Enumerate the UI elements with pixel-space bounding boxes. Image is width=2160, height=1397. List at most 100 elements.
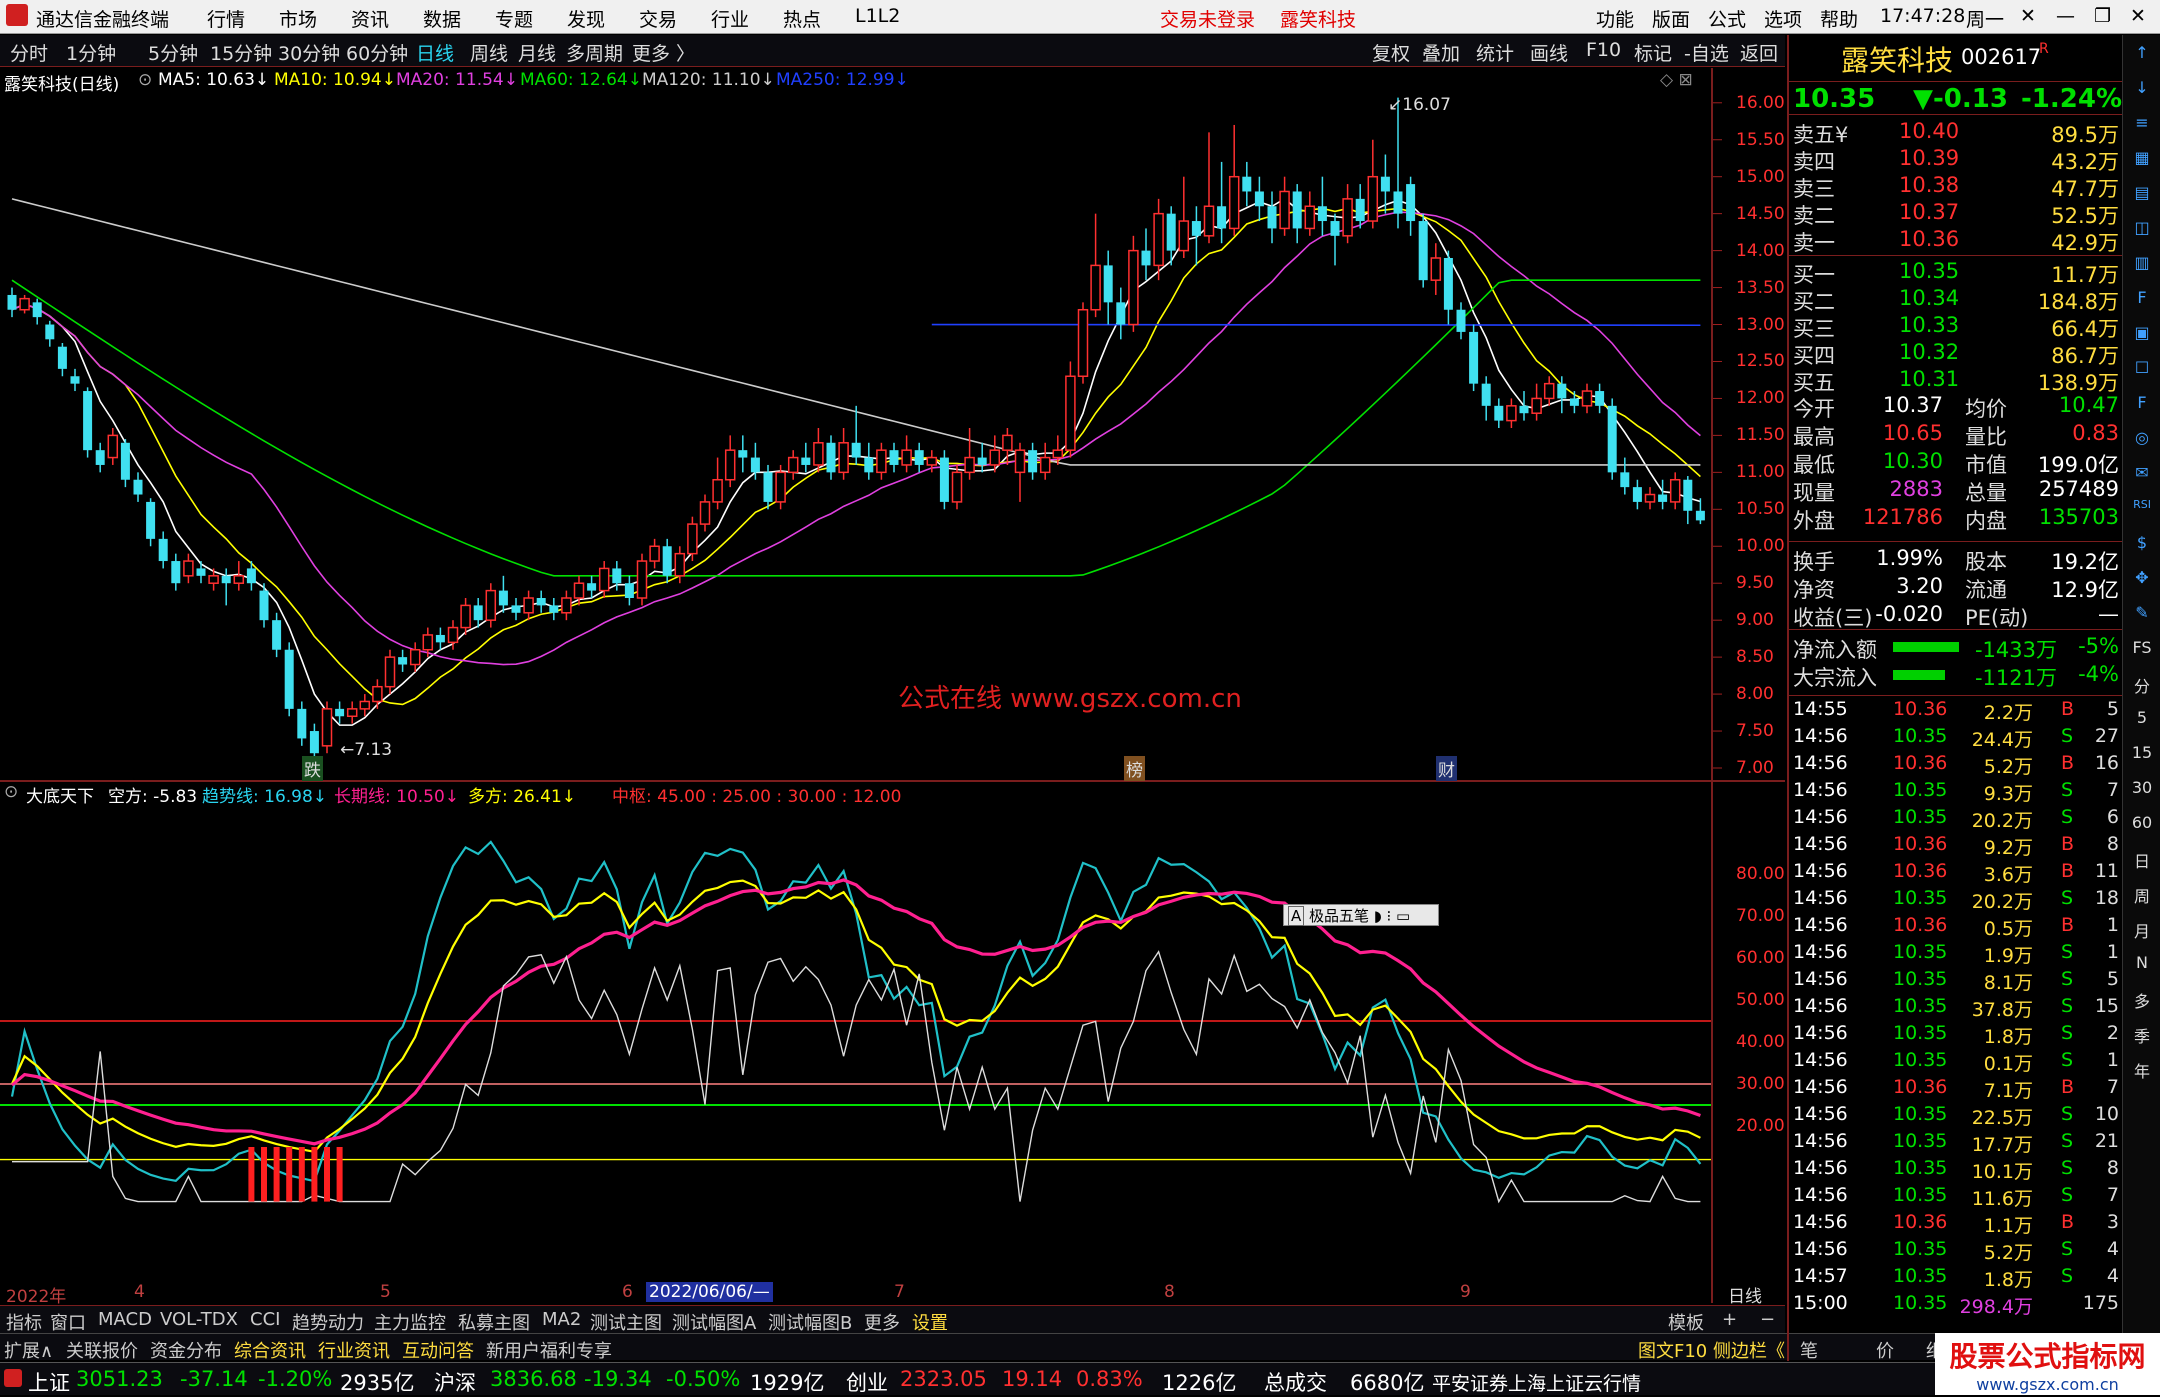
btn-tongji[interactable]: 统计 (1476, 39, 1514, 66)
tab-macd[interactable]: MACD (98, 1309, 152, 1330)
minimize-icon[interactable]: — (2056, 5, 2075, 27)
tab-f10-sidebar[interactable]: 图文F10 侧边栏《 (1638, 1337, 1785, 1363)
menu-shichang[interactable]: 市场 (279, 5, 317, 32)
tab-template[interactable]: 模板 (1668, 1309, 1704, 1335)
sidebar-tool-icon[interactable]: ↓ (2127, 78, 2157, 97)
tab-newuser[interactable]: 新用户福利专享 (486, 1337, 612, 1363)
tick-row[interactable]: 14:56 10.35 1.9万 S 1 (1789, 941, 2123, 968)
btn-biaoji[interactable]: 标记 (1634, 39, 1672, 66)
tick-row[interactable]: 14:56 10.35 9.3万 S 7 (1789, 779, 2123, 806)
sidebar-tool-icon[interactable]: 15 (2127, 743, 2157, 762)
sidebar-tool-icon[interactable]: $ (2127, 533, 2157, 552)
menu-zixun[interactable]: 资讯 (351, 5, 389, 32)
tab-settings[interactable]: 设置 (912, 1309, 948, 1335)
menu-hangqing[interactable]: 行情 (207, 5, 245, 32)
ime-toolbar[interactable]: A 极品五笔 ◗ ⁝ ▭ (1283, 904, 1439, 926)
menu-jiaoyi[interactable]: 交易 (639, 5, 677, 32)
sidebar-tool-icon[interactable]: FS (2127, 638, 2157, 657)
tick-row[interactable]: 14:56 10.35 0.1万 S 1 (1789, 1049, 2123, 1076)
sidebar-tool-icon[interactable]: F (2127, 393, 2157, 412)
sidebar-tool-icon[interactable]: ☐ (2127, 358, 2157, 377)
tab-plus[interactable]: + (1722, 1309, 1737, 1330)
tick-row[interactable]: 14:56 10.36 3.6万 B 11 (1789, 860, 2123, 887)
sidebar-tool-icon[interactable]: ▦ (2127, 148, 2157, 167)
tick-row[interactable]: 14:56 10.35 1.8万 S 2 (1789, 1022, 2123, 1049)
tab-ceshi-a[interactable]: 测试幅图A (672, 1309, 756, 1335)
tab-zonghe[interactable]: 综合资讯 (234, 1337, 306, 1363)
period-multi[interactable]: 多周期 (566, 39, 623, 66)
menu-gongshi[interactable]: 公式 (1708, 5, 1746, 32)
tab-zhuli[interactable]: 主力监控 (374, 1309, 446, 1335)
tick-row[interactable]: 14:56 10.35 8.1万 S 5 (1789, 968, 2123, 995)
tab-minus[interactable]: − (1760, 1309, 1775, 1330)
chart-diamond-icon[interactable]: ◇ ⊠ (1660, 70, 1693, 90)
tab-qushi[interactable]: 趋势动力 (292, 1309, 364, 1335)
ask-row[interactable]: 卖一 10.36 42.9万 (1789, 227, 2123, 255)
period-1min[interactable]: 1分钟 (66, 39, 116, 66)
tick-row[interactable]: 14:56 10.35 20.2万 S 6 (1789, 806, 2123, 833)
chart-settings-icon[interactable]: ⊙ (138, 70, 152, 90)
menu-banmian[interactable]: 版面 (1652, 5, 1690, 32)
ask-row[interactable]: 卖三 10.38 47.7万 (1789, 173, 2123, 201)
sidebar-tool-icon[interactable]: 季 (2127, 1023, 2157, 1047)
close-small-icon[interactable]: ✕ (2020, 5, 2036, 27)
restore-icon[interactable]: ❐ (2094, 5, 2111, 27)
sidebar-tool-icon[interactable]: ▤ (2127, 183, 2157, 202)
tab-hangye[interactable]: 行业资讯 (318, 1337, 390, 1363)
sidebar-tool-icon[interactable]: F (2127, 288, 2157, 307)
tick-row[interactable]: 14:56 10.36 7.1万 B 7 (1789, 1076, 2123, 1103)
tick-row[interactable]: 14:56 10.35 11.6万 S 7 (1789, 1184, 2123, 1211)
sidebar-tool-icon[interactable]: N (2127, 953, 2157, 972)
chart-area[interactable] (0, 68, 1785, 1303)
idx-cy-name[interactable]: 创业 (846, 1367, 888, 1397)
menu-redian[interactable]: 热点 (783, 5, 821, 32)
tick-row[interactable]: 14:56 10.35 17.7万 S 21 (1789, 1130, 2123, 1157)
period-week[interactable]: 周线 (470, 39, 508, 66)
btn-diejia[interactable]: 叠加 (1422, 39, 1460, 66)
sidebar-tool-icon[interactable]: 多 (2127, 988, 2157, 1012)
menu-hangye[interactable]: 行业 (711, 5, 749, 32)
period-60min[interactable]: 60分钟 (346, 39, 408, 66)
tick-row[interactable]: 14:57 10.35 1.8万 S 4 (1789, 1265, 2123, 1292)
tab-hudong[interactable]: 互动问答 (402, 1337, 474, 1363)
sidebar-tool-icon[interactable]: 周 (2127, 883, 2157, 907)
menu-faxian[interactable]: 发现 (567, 5, 605, 32)
tab-ma2[interactable]: MA2 (542, 1309, 581, 1330)
btn-fuquan[interactable]: 复权 (1372, 39, 1410, 66)
bid-row[interactable]: 买三 10.33 66.4万 (1789, 313, 2123, 341)
sidebar-tool-icon[interactable]: RSI (2127, 498, 2157, 511)
tab-zhibiao[interactable]: 指标 (6, 1309, 42, 1335)
sidebar-tool-icon[interactable]: ▣ (2127, 323, 2157, 342)
ime-a-icon[interactable]: A (1288, 906, 1305, 926)
sidebar-tool-icon[interactable]: 分 (2127, 673, 2157, 697)
period-month[interactable]: 月线 (518, 39, 556, 66)
bid-row[interactable]: 买二 10.34 184.8万 (1789, 286, 2123, 314)
period-30min[interactable]: 30分钟 (278, 39, 340, 66)
idx-sh-name[interactable]: 上证 (28, 1367, 70, 1397)
period-5min[interactable]: 5分钟 (148, 39, 198, 66)
menu-l1l2[interactable]: L1L2 (855, 5, 900, 27)
tick-row[interactable]: 14:56 10.36 9.2万 B 8 (1789, 833, 2123, 860)
sidebar-tool-icon[interactable]: ◎ (2127, 428, 2157, 447)
menu-xuanxiang[interactable]: 选项 (1764, 5, 1802, 32)
period-day[interactable]: 日线 (416, 39, 454, 66)
sidebar-tool-icon[interactable]: ✉ (2127, 463, 2157, 482)
tick-list[interactable]: 14:55 10.36 2.2万 B 5 14:56 10.35 24.4万 S 27 14:56 1… (1789, 695, 2123, 1318)
sidebar-tool-icon[interactable]: ✎ (2127, 603, 2157, 622)
sidebar-tool-icon[interactable]: 月 (2127, 918, 2157, 942)
sidebar-tool-icon[interactable]: ≡ (2127, 113, 2157, 132)
ask-row[interactable]: 卖二 10.37 52.5万 (1789, 200, 2123, 228)
idx-hs-name[interactable]: 沪深 (434, 1367, 476, 1397)
menu-gongneng[interactable]: 功能 (1596, 5, 1634, 32)
bid-row[interactable]: 买四 10.32 86.7万 (1789, 340, 2123, 368)
ask-row[interactable]: 卖四 10.39 43.2万 (1789, 146, 2123, 174)
sidebar-tool-icon[interactable]: ✥ (2127, 568, 2157, 587)
marker-bang[interactable]: 榜 (1124, 756, 1145, 781)
close-icon[interactable]: ✕ (2130, 5, 2146, 27)
tick-row[interactable]: 14:56 10.35 20.2万 S 18 (1789, 887, 2123, 914)
tab-zijin[interactable]: 资金分布 (150, 1337, 222, 1363)
tick-row[interactable]: 14:56 10.35 5.2万 S 4 (1789, 1238, 2123, 1265)
sidebar-tool-icon[interactable]: 5 (2127, 708, 2157, 727)
sidebar-tool-icon[interactable]: 60 (2127, 813, 2157, 832)
menu-zhuanti[interactable]: 专题 (495, 5, 533, 32)
